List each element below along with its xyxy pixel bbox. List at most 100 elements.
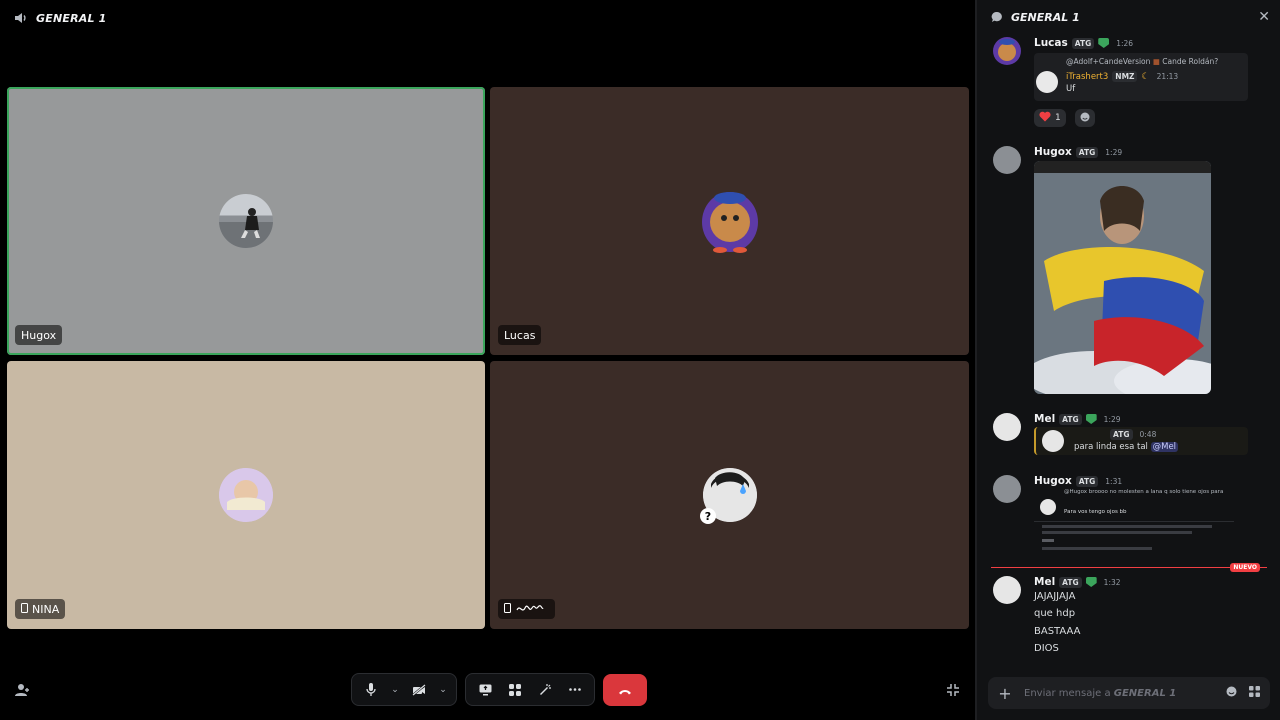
attach-plus-icon[interactable]: + (998, 684, 1012, 703)
message-header: Hugox ATG 1:29 (1034, 146, 1122, 158)
avatar (700, 188, 760, 254)
avatar[interactable] (993, 413, 1021, 441)
quote-avatar (1042, 430, 1064, 452)
composer-actions (1226, 686, 1260, 700)
guild-tag: ATG (1059, 576, 1082, 588)
emoji-icon[interactable] (1226, 686, 1237, 700)
message-time: 1:26 (1116, 38, 1134, 48)
guild-tag: ATG (1059, 413, 1082, 425)
avatar[interactable] (993, 37, 1021, 65)
new-messages-pill: NUEVO (1230, 563, 1260, 572)
quote-embed[interactable]: ATG 0:48 para linda esa tal @Mel (1034, 427, 1248, 455)
chat-message: Hugox ATG 1:31 @Hugox broooo no molesten… (993, 475, 1263, 560)
chat-header: GENERAL 1 ✕ (977, 0, 1280, 34)
more-options-icon[interactable] (562, 677, 588, 703)
badge-icon (1098, 38, 1110, 48)
question-badge-icon: ? (700, 508, 716, 524)
chat-message: Lucas ATG 1:26 @Adolf+CandeVersion ■ Can… (993, 37, 1263, 132)
speaker-icon (14, 9, 28, 28)
message-time: 1:29 (1105, 147, 1123, 157)
avatar[interactable] (993, 146, 1021, 174)
message-input[interactable]: Enviar mensaje a GENERAL 1 (1024, 688, 1214, 699)
avatar[interactable] (993, 576, 1021, 604)
new-messages-divider (991, 567, 1267, 568)
chevron-down-icon[interactable]: ⌄ (388, 677, 402, 703)
participant-tile-lucas[interactable]: Lucas (490, 87, 969, 355)
message-author[interactable]: Mel (1034, 413, 1055, 425)
faint-lines (1034, 521, 1234, 522)
voice-stage: GENERAL 1 Hugox Lucas NINA ? ⌄ ⌄ (0, 0, 975, 720)
badge-icon (1085, 414, 1097, 424)
add-reaction-button[interactable] (1075, 109, 1095, 127)
reaction-heart[interactable]: 1 (1034, 109, 1066, 127)
smile-icon (1080, 112, 1090, 125)
reply-reference: @Adolf+CandeVersion ■ Cande Roldán? (1066, 57, 1219, 66)
screenshot-attachment[interactable]: @Hugox broooo no molesten a lana q solo … (1034, 489, 1248, 555)
guild-tag: ATG (1075, 146, 1099, 158)
faint-text-line (1042, 547, 1152, 550)
chat-message: Mel ATG 1:29 ATG 0:48 para linda esa tal… (993, 413, 1263, 461)
participant-tile-hugox[interactable]: Hugox (7, 87, 485, 355)
message-composer[interactable]: + Enviar mensaje a GENERAL 1 (988, 677, 1270, 709)
disconnect-button[interactable] (603, 673, 647, 706)
signature-name-icon (515, 602, 545, 617)
message-line: JAJAJJAJA (1034, 591, 1076, 602)
participant-tile-4[interactable]: ? (490, 361, 969, 629)
screen-share-icon[interactable] (472, 677, 498, 703)
avatar (219, 194, 273, 248)
message-header: Mel ATG 1:32 (1034, 576, 1121, 588)
faint-text-line (1042, 539, 1054, 542)
add-people-icon[interactable] (12, 679, 34, 701)
reply-author-row: iTrashert3 NMZ ☾ 21:13 (1066, 71, 1179, 82)
avatar (219, 468, 273, 522)
reply-author-avatar (1036, 71, 1058, 93)
text-chat-panel: GENERAL 1 ✕ Lucas ATG 1:26 @Adolf+CandeV… (977, 0, 1280, 720)
message-line: BASTAAA (1034, 626, 1081, 637)
message-author[interactable]: Hugox (1034, 146, 1072, 158)
apps-icon[interactable] (1249, 686, 1260, 700)
activities-icon[interactable] (502, 677, 528, 703)
message-time: 1:32 (1103, 577, 1121, 587)
chat-message: Mel ATG 1:32 JAJAJJAJA que hdp BASTAAA D… (993, 576, 1263, 662)
message-header: Hugox ATG 1:31 (1034, 475, 1122, 487)
moon-icon: ☾ (1141, 71, 1150, 82)
hang-up-icon (618, 680, 632, 699)
exit-fullscreen-icon[interactable] (942, 679, 964, 701)
image-attachment[interactable] (1034, 161, 1211, 394)
guild-tag: ATG (1075, 475, 1099, 487)
message-author[interactable]: Lucas (1034, 37, 1068, 49)
activity-control-group (465, 673, 595, 706)
message-header: Mel ATG 1:29 (1034, 413, 1121, 425)
chat-bubble-icon (991, 8, 1003, 27)
user-mention[interactable]: @Mel (1150, 442, 1179, 452)
stage-header: GENERAL 1 (14, 9, 107, 27)
close-icon[interactable]: ✕ (1258, 10, 1270, 24)
mobile-phone-icon (504, 602, 511, 616)
quote-text: para linda esa tal @Mel (1074, 442, 1179, 452)
participant-name-tag: NINA (15, 599, 66, 619)
microphone-icon[interactable] (358, 677, 384, 703)
message-header: Lucas ATG 1:26 (1034, 37, 1133, 49)
camera-off-icon[interactable] (406, 677, 432, 703)
call-controls: ⌄ ⌄ (351, 673, 647, 706)
reply-embed[interactable]: @Adolf+CandeVersion ■ Cande Roldán? iTra… (1034, 53, 1248, 101)
message-time: 1:29 (1103, 414, 1121, 424)
guild-tag: ATG (1071, 37, 1095, 49)
badge-icon (1085, 577, 1097, 587)
av-control-group: ⌄ ⌄ (351, 673, 457, 706)
chevron-down-icon[interactable]: ⌄ (436, 677, 450, 703)
participant-name-tag (498, 599, 555, 619)
participant-name-tag: Lucas (498, 325, 542, 345)
avatar[interactable] (993, 475, 1021, 503)
quote-meta: ATG 0:48 (1110, 429, 1156, 440)
message-author[interactable]: Hugox (1034, 475, 1072, 487)
chat-message: Hugox ATG 1:29 (993, 146, 1263, 396)
voice-call-window: GENERAL 1 Hugox Lucas NINA ? ⌄ ⌄ GENERAL… (0, 0, 1280, 720)
soundboard-icon[interactable] (532, 677, 558, 703)
participant-tile-nina[interactable]: NINA (7, 361, 485, 629)
message-line: que hdp (1034, 608, 1076, 619)
faint-text-line (1042, 525, 1212, 528)
message-author[interactable]: Mel (1034, 576, 1055, 588)
quote-avatar (1040, 499, 1056, 515)
heart-icon (1039, 111, 1051, 125)
